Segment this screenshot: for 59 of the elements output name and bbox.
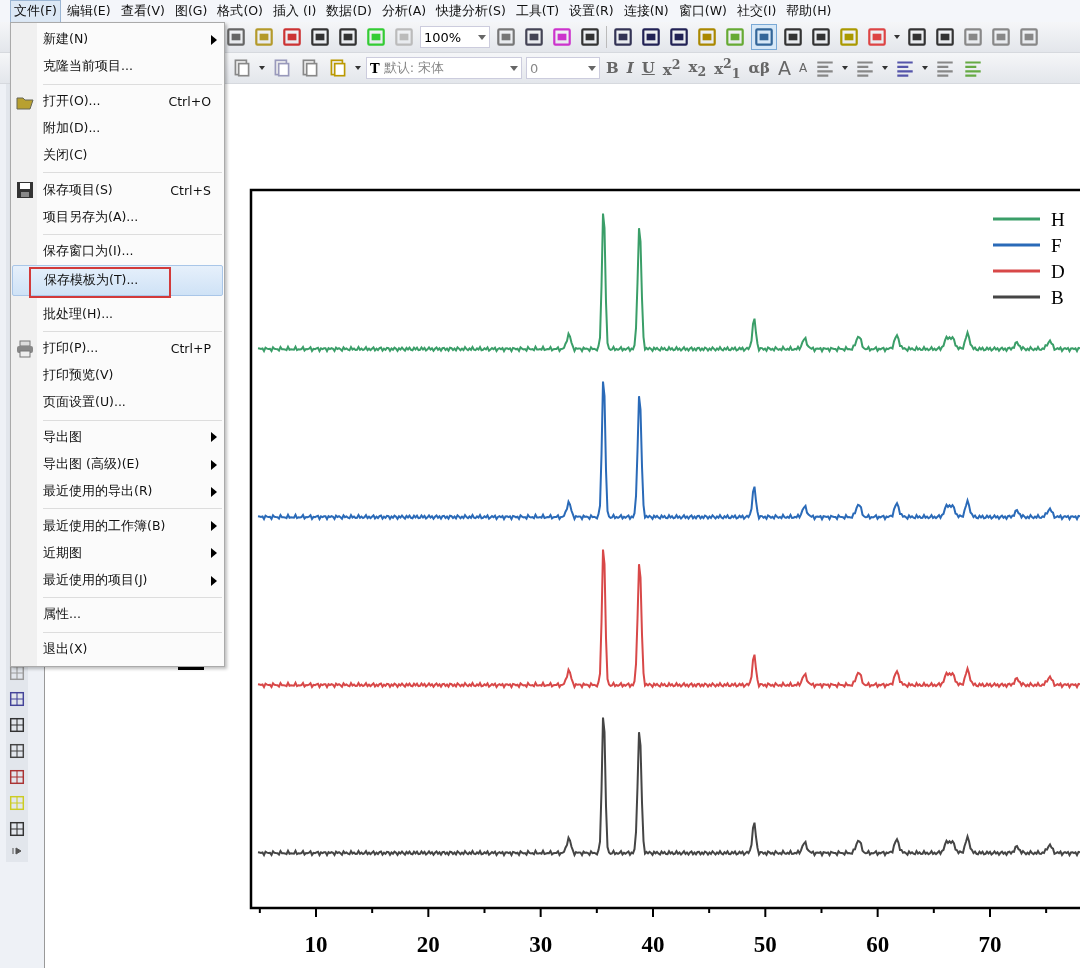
- format-button[interactable]: I: [624, 59, 636, 77]
- axis-tick-label: 10: [304, 932, 328, 957]
- menu-bar-item[interactable]: 文件(F): [10, 0, 61, 23]
- font-dropdown[interactable]: T 默认: 宋体: [366, 57, 522, 79]
- menu-item[interactable]: 克隆当前项目...: [12, 53, 223, 81]
- menu-item[interactable]: 保存窗口为(I)...: [12, 238, 223, 266]
- menu-bar-item[interactable]: 快捷分析(S): [432, 0, 510, 23]
- menu-bar-item[interactable]: 查看(V): [116, 0, 169, 23]
- menu-item[interactable]: 保存模板为(T)...: [12, 265, 223, 297]
- axis-tick-label: 70: [978, 932, 1002, 957]
- format-button[interactable]: A: [797, 61, 810, 75]
- menu-item[interactable]: 属性...: [12, 601, 223, 629]
- axis-tick-label: 20: [416, 932, 440, 957]
- format-button[interactable]: U: [639, 59, 657, 77]
- legend-label: D: [1051, 261, 1065, 282]
- menu-item[interactable]: 批处理(H)...: [12, 300, 223, 328]
- menu-item[interactable]: 最近使用的项目(J): [12, 567, 223, 595]
- legend-label: H: [1051, 209, 1065, 230]
- format-button[interactable]: αβ: [746, 59, 772, 77]
- menu-bar-item[interactable]: 工具(T): [511, 0, 564, 23]
- menu-item[interactable]: 附加(D)...: [12, 114, 223, 143]
- menu-item[interactable]: 项目另存为(A)...: [12, 203, 223, 232]
- menu-bar-item[interactable]: 分析(A): [377, 0, 431, 23]
- menu-item[interactable]: 退出(X): [12, 635, 223, 663]
- menu-item[interactable]: 页面设置(U)...: [12, 389, 223, 417]
- menu-item[interactable]: 新建(N): [12, 26, 223, 54]
- font-size-dropdown[interactable]: 0: [526, 57, 600, 79]
- menu-bar-item[interactable]: 连接(N): [619, 0, 673, 23]
- legend-label: F: [1051, 235, 1062, 256]
- menu-bar-item[interactable]: 格式(O): [213, 0, 267, 23]
- format-button[interactable]: x$^{2}$: [660, 57, 683, 79]
- menu-item[interactable]: 导出图: [12, 423, 223, 451]
- menu-item[interactable]: 最近使用的工作簿(B): [12, 512, 223, 540]
- menu-item[interactable]: 导出图 (高级)(E): [12, 450, 223, 479]
- menu-item[interactable]: 关闭(C): [12, 142, 223, 170]
- menu-bar-item[interactable]: 帮助(H): [782, 0, 836, 23]
- font-icon: T: [370, 60, 380, 76]
- format-button[interactable]: x$_{2}$: [686, 57, 709, 79]
- menu-bar-item[interactable]: 窗口(W): [674, 0, 731, 23]
- axis-tick-label: 30: [529, 932, 553, 957]
- axis-tick-label: 60: [866, 932, 890, 957]
- axis-tick-label: 50: [753, 932, 777, 957]
- format-button[interactable]: A: [776, 57, 793, 79]
- zoom-dropdown[interactable]: 100%: [420, 26, 490, 48]
- menu-bar-item[interactable]: 社交(I): [732, 0, 781, 23]
- menu-item[interactable]: 最近使用的导出(R): [12, 478, 223, 506]
- menu-bar-item[interactable]: 数据(D): [322, 0, 376, 23]
- menu-item[interactable]: 保存项目(S) Ctrl+S: [12, 176, 223, 204]
- menu-bar-item[interactable]: 图(G): [170, 0, 212, 23]
- menu-bar-item[interactable]: 插入 (I): [268, 0, 321, 23]
- menu-item[interactable]: 打印(P)... Ctrl+P: [12, 334, 223, 362]
- legend-label: B: [1051, 287, 1064, 308]
- axis-tick-label: 40: [641, 932, 665, 957]
- menu-bar-item[interactable]: 编辑(E): [62, 0, 115, 23]
- menu-item[interactable]: 近期图: [12, 539, 223, 568]
- menu-item[interactable]: 打开(O)... Ctrl+O: [12, 87, 223, 115]
- menu-bar-item[interactable]: 设置(R): [565, 0, 618, 23]
- format-button[interactable]: B: [604, 59, 621, 77]
- menu-item[interactable]: 打印预览(V): [12, 361, 223, 390]
